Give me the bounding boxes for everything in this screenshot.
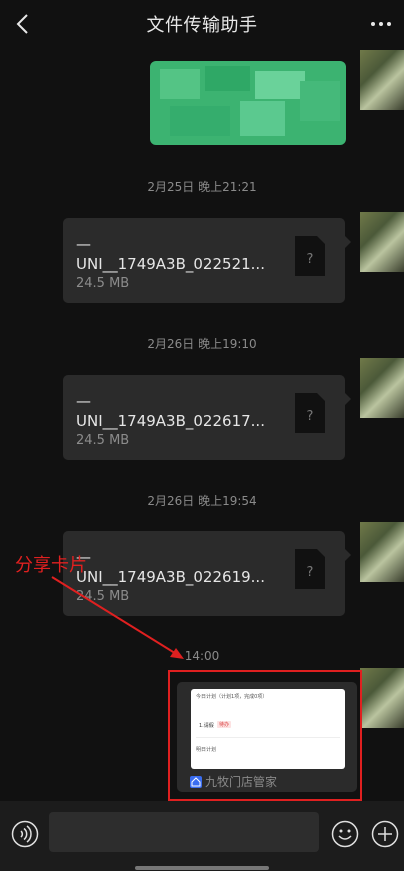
file-size: 24.5 MB bbox=[76, 276, 130, 291]
plus-icon[interactable] bbox=[371, 820, 399, 848]
timestamp: 2月26日 晚上19:10 bbox=[147, 337, 257, 351]
file-message[interactable]: — UNI__1749A3B_022521... 24.5 MB ? bbox=[63, 218, 351, 303]
file-size: 24.5 MB bbox=[76, 433, 130, 448]
avatar[interactable] bbox=[360, 212, 404, 272]
svg-text:?: ? bbox=[307, 565, 314, 580]
voice-icon[interactable] bbox=[11, 820, 39, 848]
avatar[interactable] bbox=[360, 358, 404, 418]
blurred-message-bubble[interactable] bbox=[150, 61, 346, 145]
unknown-file-icon: ? bbox=[295, 236, 325, 276]
file-size: 24.5 MB bbox=[76, 589, 130, 604]
annotation-highlight-box bbox=[168, 670, 362, 801]
timestamp: 2月25日 晚上21:21 bbox=[147, 180, 257, 194]
more-dots-icon[interactable] bbox=[370, 20, 392, 28]
unknown-file-icon: ? bbox=[295, 549, 325, 589]
avatar[interactable] bbox=[360, 668, 404, 728]
page-title: 文件传输助手 bbox=[146, 15, 258, 36]
file-name: — UNI__1749A3B_022521... bbox=[76, 235, 265, 273]
timestamp: 14:00 bbox=[184, 649, 220, 663]
timestamp: 2月26日 晚上19:54 bbox=[147, 494, 257, 508]
file-message[interactable]: — UNI__1749A3B_022617... 24.5 MB ? bbox=[63, 375, 351, 460]
message-input[interactable] bbox=[49, 812, 319, 852]
input-bar bbox=[0, 801, 404, 871]
svg-text:?: ? bbox=[307, 409, 314, 424]
unknown-file-icon: ? bbox=[295, 393, 325, 433]
avatar[interactable] bbox=[360, 522, 404, 582]
file-message[interactable]: — UNI__1749A3B_022619... 24.5 MB ? bbox=[63, 531, 351, 616]
home-indicator bbox=[135, 866, 269, 870]
svg-text:?: ? bbox=[307, 252, 314, 267]
emoji-icon[interactable] bbox=[331, 820, 359, 848]
file-name: — UNI__1749A3B_022619... bbox=[76, 548, 265, 586]
file-name: — UNI__1749A3B_022617... bbox=[76, 392, 265, 430]
annotation-label: 分享卡片 bbox=[15, 555, 87, 576]
header: 文件传输助手 bbox=[0, 0, 404, 48]
avatar[interactable] bbox=[360, 50, 404, 110]
